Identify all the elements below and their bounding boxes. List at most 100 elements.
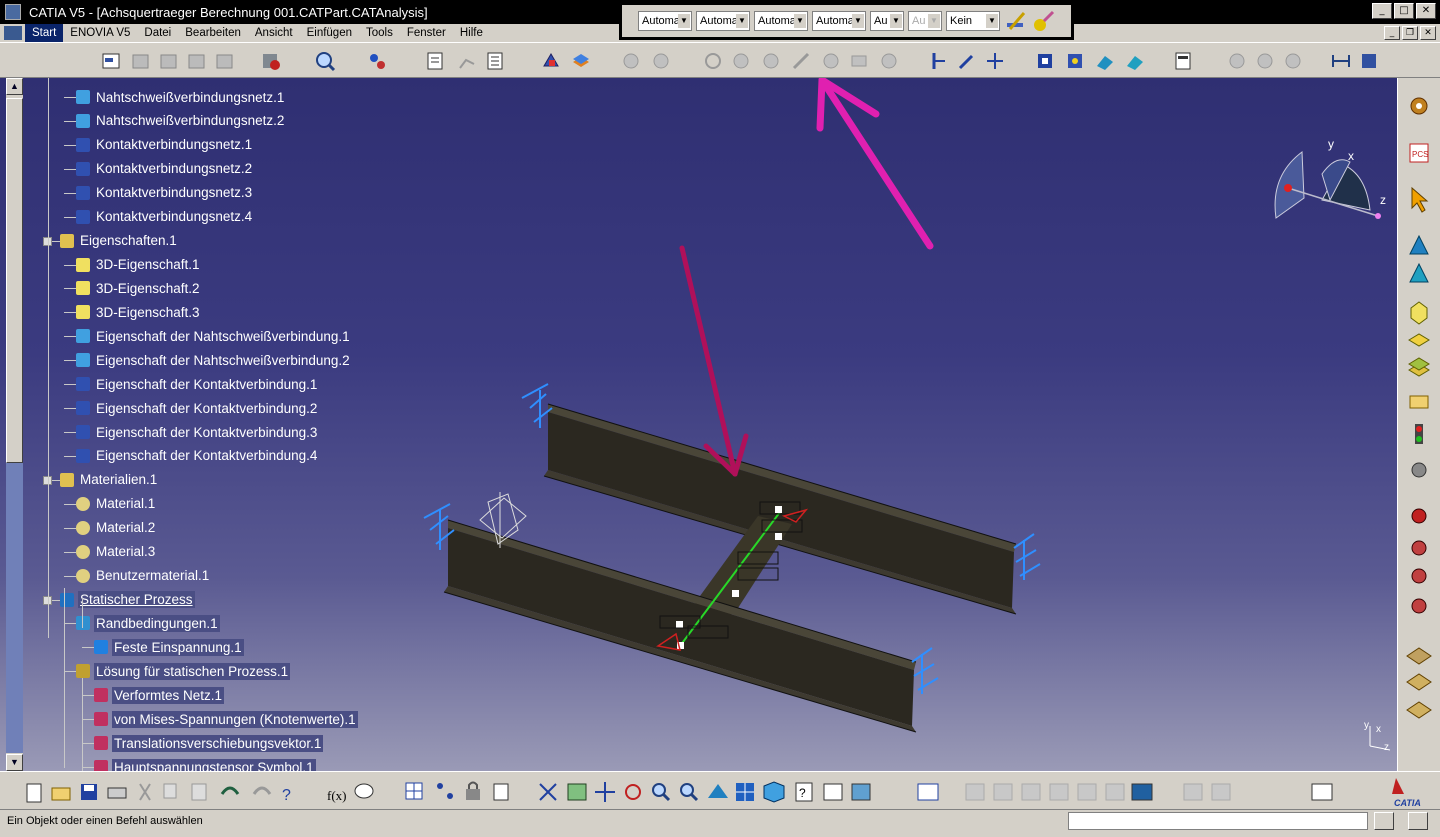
open-folder-icon[interactable] [51, 787, 71, 801]
sphere-icon[interactable] [1411, 462, 1427, 478]
sync-icon[interactable] [1311, 783, 1333, 801]
clamp-symbol-3[interactable] [1013, 533, 1041, 580]
menu-enovia[interactable]: ENOVIA V5 [63, 24, 137, 42]
dropdown-arrow-icon[interactable]: ▼ [794, 14, 806, 28]
fit-all-icon[interactable] [539, 783, 557, 801]
tree-node[interactable]: Kontaktverbindungsnetz.3 [76, 183, 254, 203]
cube-icon[interactable] [1410, 301, 1428, 325]
octree-icon[interactable] [1409, 262, 1429, 283]
layers-icon[interactable] [1408, 357, 1430, 377]
plane-icon[interactable] [1408, 333, 1430, 347]
bug-brush-icon[interactable] [1411, 598, 1427, 614]
tree-node[interactable]: Nahtschweißverbindungsnetz.1 [76, 87, 286, 107]
zoom-analysis-icon[interactable] [314, 50, 336, 72]
dropdown-arrow-icon[interactable]: ▼ [736, 14, 748, 28]
spec-tree-icon[interactable] [917, 783, 939, 801]
gear-icon[interactable] [1410, 97, 1428, 115]
tree-node[interactable]: Material.3 [76, 542, 157, 562]
tree-node[interactable]: Eigenschaft der Kontaktverbindung.4 [76, 446, 319, 466]
line-load-icon[interactable] [1124, 50, 1146, 72]
option-combo-1[interactable]: Automa ▼ [638, 11, 692, 31]
bug-arrow-icon[interactable] [1411, 568, 1427, 584]
help-pointer-icon[interactable]: ? [282, 787, 291, 804]
bug-icon[interactable] [1411, 508, 1427, 524]
compass-widget[interactable]: y x z [1274, 137, 1386, 219]
force-icon[interactable] [1064, 50, 1086, 72]
quick-view-icon[interactable]: ? [795, 782, 813, 802]
parameters-icon[interactable] [493, 783, 509, 801]
3d-viewport[interactable]: y x z y x z ▲ ▼ Nahtschweißverbindungsne… [0, 78, 1397, 771]
command-input[interactable] [1068, 812, 1368, 830]
axis-tool-icon[interactable] [984, 50, 1006, 72]
pin-tool-icon[interactable] [956, 50, 978, 72]
minimize-button[interactable]: _ [1372, 3, 1392, 19]
graph-icon[interactable] [437, 783, 453, 799]
normal-view-icon[interactable] [708, 784, 728, 798]
command-stop-button[interactable] [1374, 812, 1394, 830]
new-analysis-icon[interactable] [100, 50, 122, 72]
zoom-out-icon[interactable] [680, 783, 699, 802]
isometric-view-icon[interactable] [540, 50, 562, 72]
connection-icon[interactable] [366, 50, 388, 72]
clamp-symbol-4[interactable] [911, 647, 939, 694]
close-button[interactable]: ✕ [1416, 3, 1436, 19]
surface-load-icon[interactable] [1094, 50, 1116, 72]
maximize-button[interactable]: □ [1394, 3, 1414, 19]
menu-start[interactable]: Start [25, 24, 64, 42]
table-icon[interactable] [405, 782, 423, 800]
render-style-icon[interactable] [823, 783, 843, 801]
tree-node[interactable]: Feste Einspannung.1 [94, 637, 244, 657]
menu-hilfe[interactable]: Hilfe [453, 24, 490, 42]
tree-node[interactable]: Kontaktverbindungsnetz.2 [76, 159, 254, 179]
tree-node[interactable]: Material.1 [76, 494, 157, 514]
tree-node[interactable]: Benutzermaterial.1 [76, 566, 211, 586]
clamp-symbol-1[interactable] [521, 383, 553, 428]
pressure-icon[interactable] [1034, 50, 1056, 72]
multi-view-icon[interactable] [736, 783, 754, 801]
report-icon[interactable] [484, 50, 506, 72]
menu-tools[interactable]: Tools [359, 24, 400, 42]
pan-icon[interactable] [595, 782, 615, 802]
lock-icon[interactable] [466, 781, 480, 801]
print-icon[interactable] [107, 787, 127, 799]
shading-icon[interactable] [851, 783, 871, 801]
tree-node[interactable]: 3D-Eigenschaft.2 [76, 278, 202, 298]
pcs-icon[interactable]: PCS [1409, 143, 1429, 163]
menu-bearbeiten[interactable]: Bearbeiten [178, 24, 248, 42]
save-icon[interactable] [81, 784, 97, 800]
fit-area-icon[interactable] [567, 783, 587, 801]
option-combo-4[interactable]: Automa ▼ [812, 11, 866, 31]
tree-node[interactable]: 3D-Eigenschaft.3 [76, 302, 202, 322]
dropdown-arrow-icon[interactable]: ▼ [852, 14, 864, 28]
menu-fenster[interactable]: Fenster [400, 24, 453, 42]
formula-icon[interactable]: f(x) [327, 788, 347, 803]
tree-node[interactable]: Eigenschaft der Kontaktverbindung.2 [76, 398, 319, 418]
tree-node[interactable]: Verformtes Netz.1 [94, 685, 225, 705]
measure-between-icon[interactable] [1330, 50, 1352, 72]
multi-document-icon[interactable] [1131, 783, 1153, 801]
tree-node[interactable]: Statischer Prozess [60, 590, 195, 610]
calculator-icon[interactable] [1172, 50, 1194, 72]
tree-node[interactable]: Randbedingungen.1 [76, 613, 220, 633]
option-combo-5[interactable]: Au ▼ [870, 11, 904, 31]
tree-node[interactable]: von Mises-Spannungen (Knotenwerte).1 [94, 709, 358, 729]
folder-open-icon[interactable] [1409, 395, 1429, 409]
tree-node[interactable]: Kontaktverbindungsnetz.1 [76, 135, 254, 155]
tree-node[interactable]: Eigenschaft der Kontaktverbindung.1 [76, 374, 319, 394]
menu-ansicht[interactable]: Ansicht [248, 24, 300, 42]
measure-item-icon[interactable] [1358, 50, 1380, 72]
tree-node[interactable]: Translationsverschiebungsvektor.1 [94, 733, 324, 753]
bug-check-icon[interactable] [1411, 540, 1427, 556]
option-combo-7[interactable]: Kein ▼ [946, 11, 1000, 31]
catia-app-icon[interactable] [5, 4, 21, 20]
command-cancel-button[interactable] [1408, 812, 1428, 830]
view-cube-icon[interactable] [763, 781, 785, 803]
tree-node[interactable]: Eigenschaft der Kontaktverbindung.3 [76, 422, 319, 442]
tree-node[interactable]: Materialien.1 [60, 470, 159, 490]
select-arrow-icon[interactable] [1411, 186, 1429, 213]
tree-node[interactable]: Eigenschaft der Nahtschweißverbindung.2 [76, 350, 352, 370]
paint-brush-icon[interactable] [1004, 9, 1028, 33]
layer-view-icon[interactable] [570, 50, 592, 72]
doc-close-button[interactable]: ✕ [1420, 26, 1436, 40]
speech-bubble-icon[interactable] [354, 783, 374, 799]
